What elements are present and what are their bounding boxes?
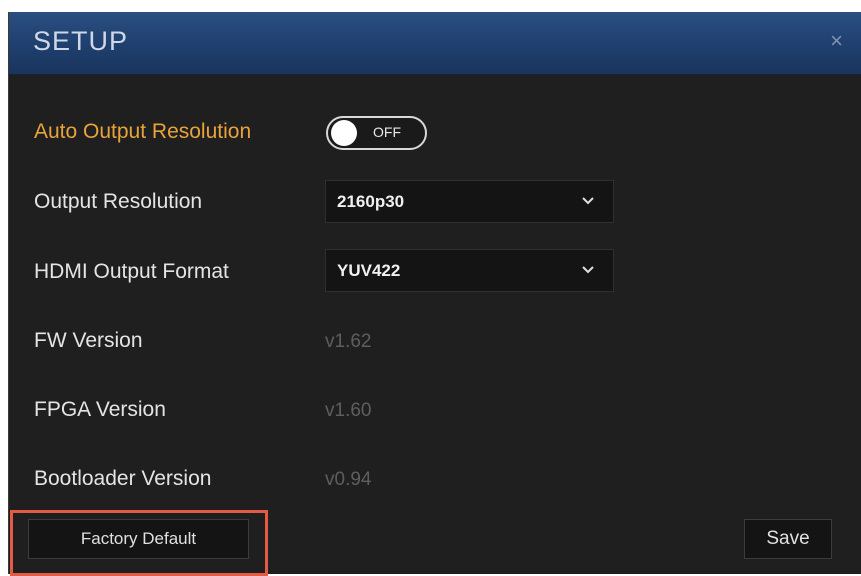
auto-output-resolution-toggle[interactable]: OFF	[326, 116, 427, 150]
bootloader-version-label: Bootloader Version	[34, 467, 212, 490]
fw-version-value: v1.62	[325, 331, 372, 352]
auto-output-resolution-label: Auto Output Resolution	[34, 120, 252, 143]
output-resolution-label: Output Resolution	[34, 190, 203, 213]
hdmi-output-format-value: YUV422	[337, 261, 401, 280]
hdmi-output-format-select[interactable]: YUV422	[325, 249, 614, 292]
bootloader-version-value: v0.94	[325, 469, 372, 490]
toggle-state-text: OFF	[373, 124, 401, 140]
title-bar: SETUP ×	[9, 12, 861, 75]
output-resolution-select[interactable]: 2160p30	[325, 180, 614, 223]
factory-default-button[interactable]: Factory Default	[28, 519, 249, 559]
hdmi-output-format-label: HDMI Output Format	[34, 260, 229, 283]
fw-version-label: FW Version	[34, 329, 143, 352]
save-button[interactable]: Save	[744, 519, 832, 559]
chevron-down-icon	[582, 197, 594, 205]
close-icon[interactable]: ×	[830, 30, 843, 52]
chevron-down-icon	[582, 266, 594, 274]
fpga-version-value: v1.60	[325, 400, 372, 421]
dialog-title: SETUP	[33, 26, 129, 56]
output-resolution-value: 2160p30	[337, 192, 405, 211]
fpga-version-label: FPGA Version	[34, 398, 166, 421]
toggle-knob	[331, 120, 357, 146]
setup-dialog: SETUP × Auto Output Resolution OFF Outpu…	[8, 12, 861, 576]
